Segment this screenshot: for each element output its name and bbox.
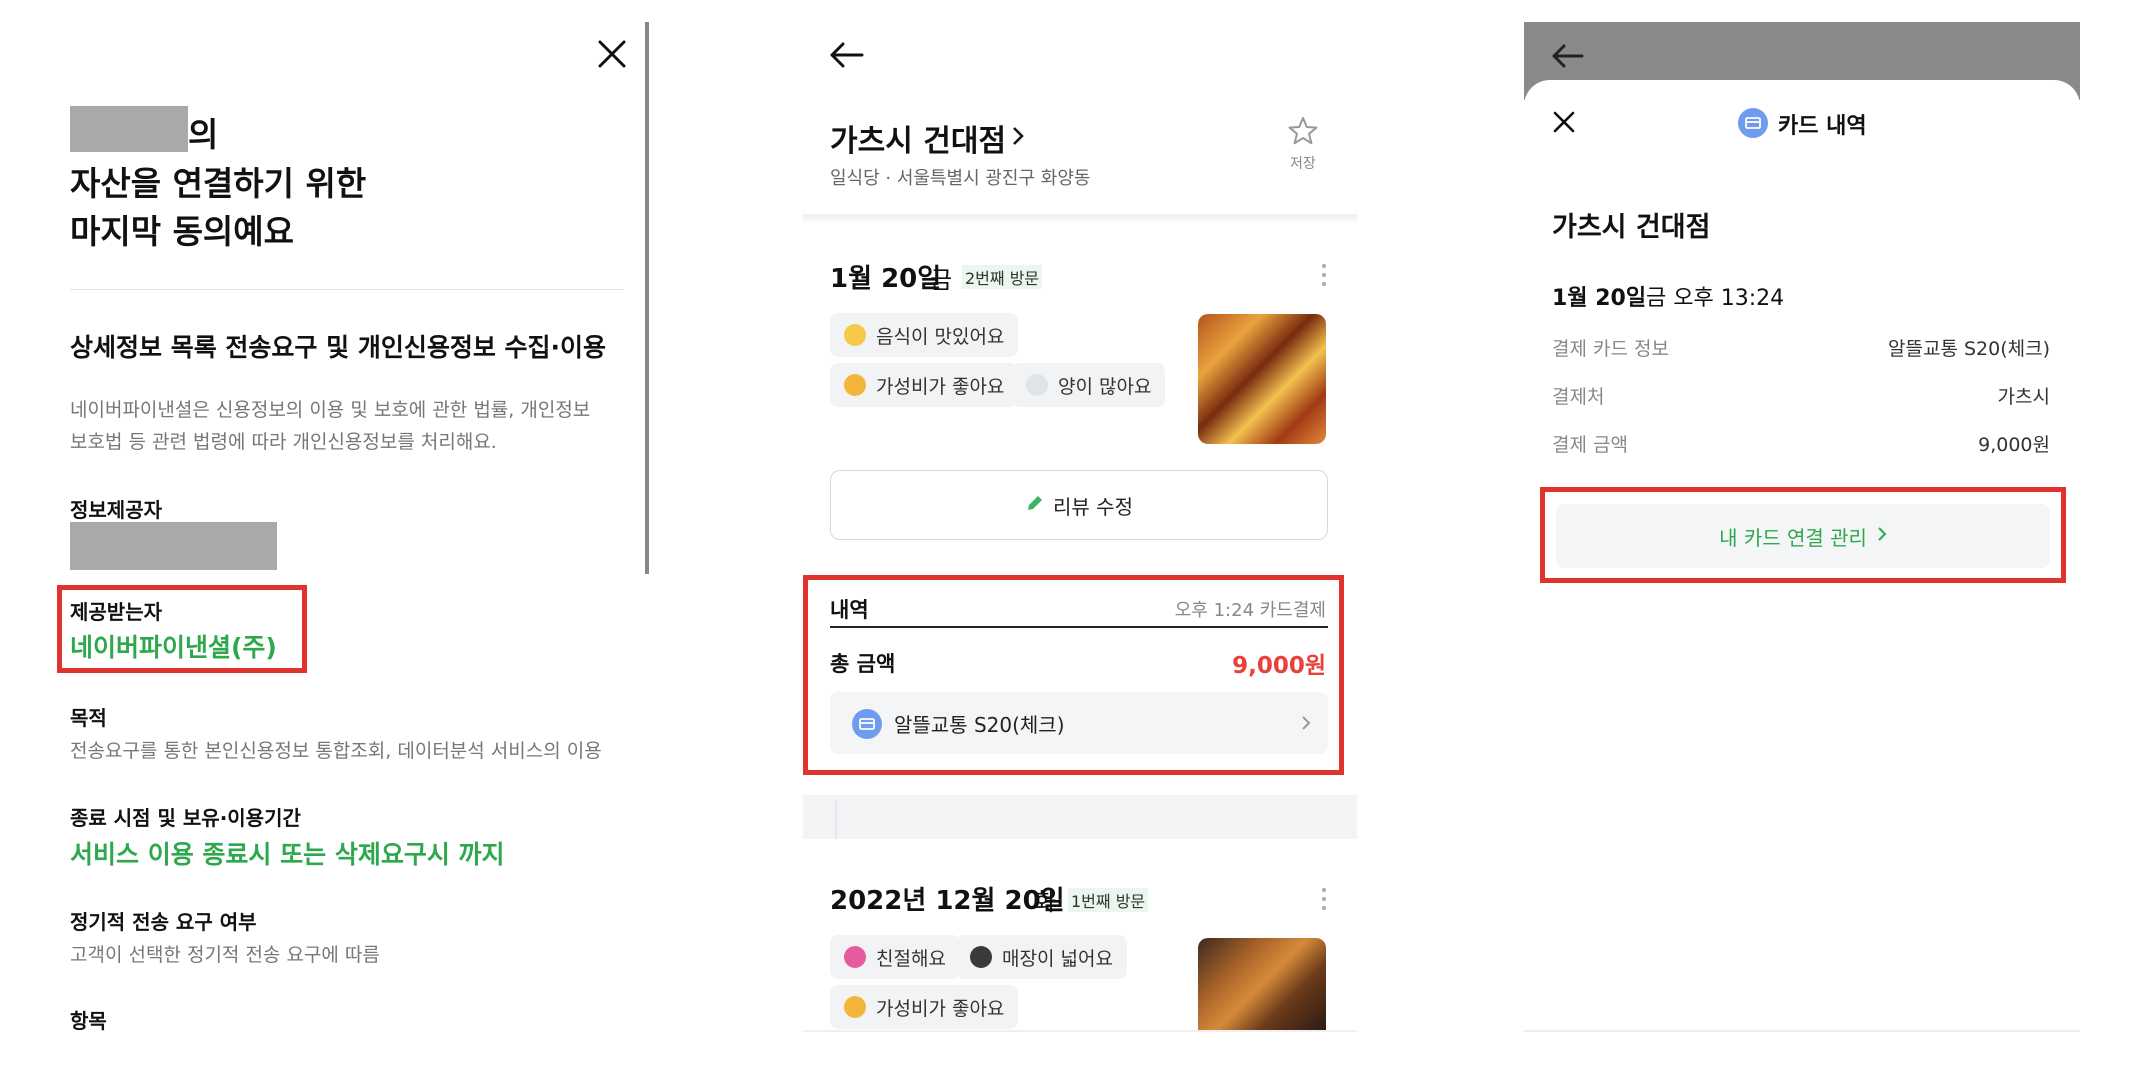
- items-label: 항목: [70, 1009, 107, 1033]
- visit2-date: 2022년 12월 20일: [830, 886, 1065, 916]
- provider-label: 정보제공자: [70, 498, 162, 522]
- header-shadow: [803, 214, 1357, 224]
- visit2-weekday: 화: [1034, 888, 1057, 916]
- page-title-line2: 자산을 연결하기 위한: [70, 164, 367, 203]
- section-title: 상세정보 목록 전송요구 및 개인신용정보 수집·이용: [70, 333, 607, 362]
- more-icon[interactable]: [1320, 886, 1328, 912]
- page-title-line3: 마지막 동의예요: [70, 212, 295, 251]
- close-icon[interactable]: [1552, 110, 1576, 134]
- regular-value: 고객이 선택한 정기적 전송 요구에 따름: [70, 944, 380, 966]
- review-tag: 음식이 맛있어요: [830, 313, 1019, 357]
- tag-label: 가성비가 좋아요: [876, 375, 1005, 398]
- food-photo[interactable]: [1198, 938, 1326, 1030]
- purpose-value: 전송요구를 통한 본인신용정보 통합조회, 데이터분석 서비스의 이용: [70, 740, 602, 762]
- food-photo[interactable]: [1198, 314, 1326, 444]
- purpose-label: 목적: [70, 706, 107, 730]
- row-value-card: 알뜰교통 S20(체크): [1888, 338, 2050, 360]
- visit2-count-badge: 1번째 방문: [1068, 888, 1149, 912]
- close-icon[interactable]: [596, 38, 628, 70]
- eyes-emoji-icon: [970, 946, 992, 968]
- store-name[interactable]: 가츠시 건대점: [830, 116, 1006, 160]
- manage-card-label: 내 카드 연결 관리: [1719, 525, 1867, 550]
- bottom-line: [1524, 1030, 2080, 1032]
- review-tag: 가성비가 좋아요: [830, 363, 1019, 407]
- card-row[interactable]: 알뜰교통 S20(체크): [830, 692, 1328, 754]
- period-label: 종료 시점 및 보유·이용기간: [70, 806, 301, 830]
- card-name: 알뜰교통 S20(체크): [894, 713, 1065, 737]
- review-tag: 매장이 넓어요: [956, 935, 1127, 979]
- section-desc-line2: 보호법 등 관련 법령에 따라 개인신용정보를 처리해요.: [70, 431, 497, 453]
- sheet-title: 카드 내역: [1778, 114, 1867, 139]
- review-tag: 친절해요: [830, 935, 960, 979]
- total-label: 총 금액: [830, 652, 896, 676]
- card-icon: [1738, 108, 1768, 138]
- edit-review-label: 리뷰 수정: [1053, 494, 1133, 519]
- row-value-merchant: 가츠시: [1997, 386, 2050, 408]
- history-label: 내역: [830, 598, 869, 622]
- save-label[interactable]: 저장: [1290, 153, 1316, 173]
- star-icon[interactable]: [1287, 115, 1319, 147]
- detail-date-rest: 금 오후 13:24: [1646, 286, 1785, 311]
- more-icon[interactable]: [1320, 262, 1328, 288]
- visit1-weekday: 금: [930, 266, 953, 294]
- tag-label: 가성비가 좋아요: [876, 997, 1005, 1020]
- heart-emoji-icon: [844, 946, 866, 968]
- edit-review-button[interactable]: 리뷰 수정: [830, 470, 1328, 540]
- scrollbar[interactable]: [645, 22, 649, 574]
- detail-date: 1월 20일: [1552, 286, 1647, 311]
- store-meta: 일식당 · 서울특별시 광진구 화양동: [830, 168, 1091, 189]
- regular-label: 정기적 전송 요구 여부: [70, 910, 257, 934]
- divider: [70, 289, 624, 290]
- row-label-merchant: 결제처: [1552, 386, 1605, 408]
- history-time: 오후 1:24 카드결제: [1174, 600, 1326, 621]
- section-gap-line: [835, 800, 837, 839]
- recipient-label: 제공받는자: [70, 600, 162, 624]
- card-icon: [852, 709, 882, 739]
- smile-emoji-icon: [844, 324, 866, 346]
- rice-bowl-emoji-icon: [1026, 374, 1048, 396]
- pencil-icon: [1025, 493, 1045, 517]
- visit1-count-badge: 2번째 방문: [962, 265, 1043, 289]
- total-value: 9,000원: [1232, 653, 1326, 679]
- recipient-value: 네이버파이낸셜(주): [70, 633, 277, 662]
- title-suffix: 의: [188, 115, 219, 154]
- row-value-amount: 9,000원: [1978, 434, 2050, 456]
- detail-store-name: 가츠시 건대점: [1552, 212, 1711, 243]
- review-tag: 가성비가 좋아요: [830, 985, 1019, 1029]
- section-desc-line1: 네이버파이낸셜은 신용정보의 이용 및 보호에 관한 법률, 개인정보: [70, 399, 591, 421]
- chevron-right-icon: [1877, 526, 1887, 546]
- row-label-amount: 결제 금액: [1552, 434, 1628, 456]
- tag-label: 양이 많아요: [1058, 375, 1152, 398]
- visit1-date: 1월 20일: [830, 264, 942, 294]
- tag-label: 음식이 맛있어요: [876, 325, 1005, 348]
- thumbs-up-emoji-icon: [844, 374, 866, 396]
- period-value: 서비스 이용 종료시 또는 삭제요구시 까지: [70, 840, 505, 869]
- row-label-card: 결제 카드 정보: [1552, 338, 1669, 360]
- tag-label: 매장이 넓어요: [1002, 947, 1113, 970]
- thumbs-up-emoji-icon: [844, 996, 866, 1018]
- tag-label: 친절해요: [876, 947, 946, 970]
- redacted-provider: [70, 522, 277, 570]
- redacted-name: [70, 106, 188, 152]
- manage-card-button[interactable]: 내 카드 연결 관리: [1556, 504, 2050, 568]
- history-divider: [830, 626, 1328, 628]
- bottom-cutoff: [803, 1030, 1357, 1032]
- back-arrow-icon[interactable]: [1550, 42, 1584, 70]
- chevron-right-icon[interactable]: [1010, 124, 1026, 148]
- review-tag: 양이 많아요: [1012, 363, 1166, 407]
- back-arrow-icon[interactable]: [828, 40, 864, 70]
- chevron-right-icon: [1300, 714, 1312, 732]
- section-gap: [803, 795, 1357, 839]
